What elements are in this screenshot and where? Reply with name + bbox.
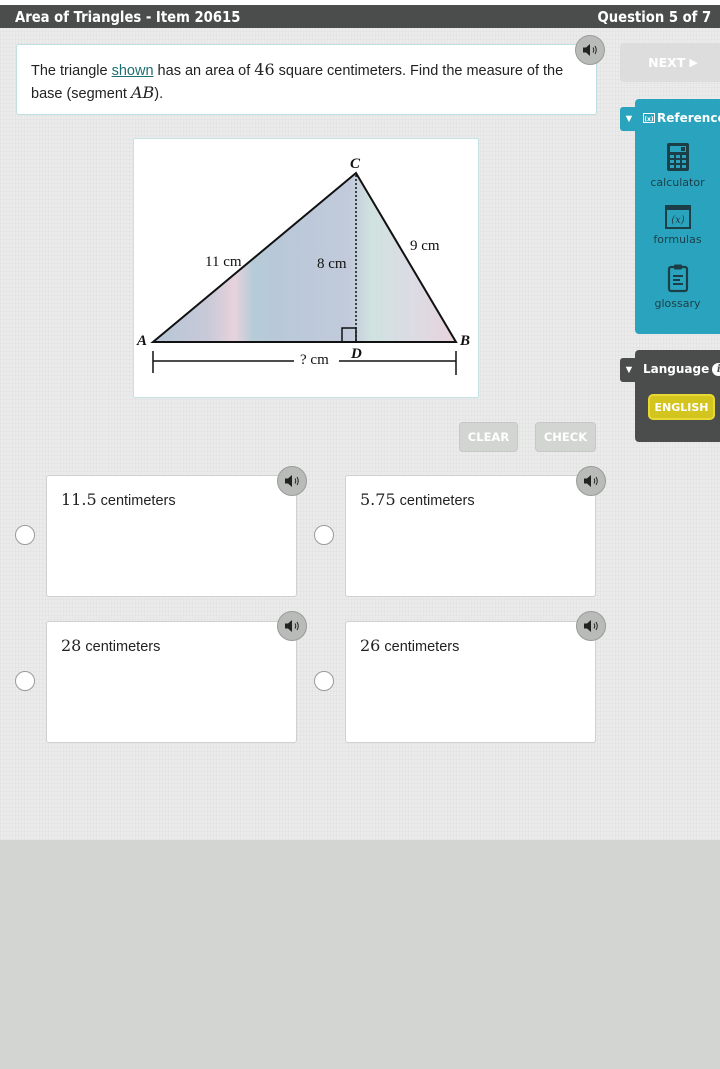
- choice-unit: centimeters: [81, 639, 161, 655]
- reference-panel: (x) Reference calculator (x) formulas gl…: [635, 99, 720, 334]
- prompt-text: The triangle: [31, 63, 112, 79]
- language-header: Language i: [643, 362, 720, 376]
- triangle-down-icon: ▼: [623, 113, 635, 125]
- header-bar: Area of Triangles - Item 20615 Question …: [0, 5, 720, 28]
- question-audio-button[interactable]: [575, 35, 605, 65]
- check-button[interactable]: CHECK: [535, 422, 596, 452]
- choice-audio-button-4[interactable]: [576, 611, 606, 641]
- choice-audio-button-2[interactable]: [576, 466, 606, 496]
- choice-unit: centimeters: [96, 493, 176, 509]
- speaker-icon: [285, 475, 299, 487]
- choice-card-4[interactable]: 26 centimeters: [345, 621, 596, 743]
- language-panel: Language i ENGLISH: [635, 350, 720, 442]
- height-label-cd: 8 cm: [317, 256, 347, 272]
- prompt-text: has an area of: [153, 63, 255, 79]
- clear-button[interactable]: CLEAR: [459, 422, 518, 452]
- choice-card-1[interactable]: 11.5 centimeters: [46, 475, 297, 597]
- triangle-abc: [150, 171, 458, 343]
- reference-item-label: calculator: [650, 176, 705, 189]
- next-button[interactable]: NEXT ▶: [620, 43, 720, 82]
- choice-audio-button-1[interactable]: [277, 466, 307, 496]
- reference-item-label: glossary: [654, 297, 701, 310]
- shown-link[interactable]: shown: [112, 63, 154, 79]
- reference-item-glossary[interactable]: glossary: [635, 263, 720, 310]
- choice-card-3[interactable]: 28 centimeters: [46, 621, 297, 743]
- side-label-bc: 9 cm: [410, 238, 440, 254]
- choice-value: 11.5: [61, 490, 97, 509]
- speaker-icon: [285, 620, 299, 632]
- clipboard-icon: [667, 264, 688, 293]
- question-progress: Question 5 of 7: [597, 7, 711, 26]
- language-english-button[interactable]: ENGLISH: [648, 394, 715, 420]
- info-icon[interactable]: i: [712, 362, 720, 376]
- vertex-label-c: C: [350, 156, 361, 172]
- choice-card-2[interactable]: 5.75 centimeters: [345, 475, 596, 597]
- base-label-ab: ? cm: [300, 352, 329, 368]
- svg-text:(x): (x): [644, 116, 654, 123]
- choice-unit: centimeters: [380, 639, 460, 655]
- area-value: 46: [254, 60, 275, 79]
- vertex-label-b: B: [459, 333, 470, 349]
- choice-radio-3[interactable]: [15, 671, 35, 691]
- choice-value: 28: [61, 636, 82, 655]
- choice-radio-4[interactable]: [314, 671, 334, 691]
- speaker-icon: [584, 620, 598, 632]
- reference-item-label: formulas: [653, 233, 702, 246]
- speaker-icon: [584, 475, 598, 487]
- choice-value: 5.75: [360, 490, 396, 509]
- calculator-icon: [666, 143, 689, 171]
- triangle-figure: A B C D 11 cm 9 cm 8 cm ? cm: [133, 138, 479, 398]
- triangle-down-icon: ▼: [623, 364, 635, 376]
- triangle-diagram: A B C D 11 cm 9 cm 8 cm ? cm: [136, 156, 470, 375]
- question-prompt: The triangle shown has an area of 46 squ…: [16, 44, 597, 115]
- reference-item-calculator[interactable]: calculator: [635, 142, 720, 189]
- choice-radio-2[interactable]: [314, 525, 334, 545]
- speaker-icon: [583, 44, 597, 56]
- next-label: NEXT: [648, 55, 686, 70]
- choice-unit: centimeters: [395, 493, 475, 509]
- choice-value: 26: [360, 636, 381, 655]
- segment-name: AB: [130, 83, 155, 102]
- item-title: Area of Triangles - Item 20615: [15, 7, 241, 26]
- reference-title: Reference: [657, 111, 720, 125]
- choice-audio-button-3[interactable]: [277, 611, 307, 641]
- vertex-label-d: D: [350, 346, 362, 362]
- reference-header[interactable]: (x) Reference: [643, 111, 720, 125]
- vertex-label-a: A: [136, 333, 147, 349]
- choice-radio-1[interactable]: [15, 525, 35, 545]
- page-footer-area: [0, 840, 720, 1069]
- reference-item-formulas[interactable]: (x) formulas: [635, 205, 720, 246]
- side-label-ac: 11 cm: [205, 254, 242, 270]
- language-title: Language: [643, 362, 710, 376]
- formulas-icon: (x): [664, 205, 691, 229]
- prompt-text: ).: [154, 86, 164, 102]
- play-triangle-icon: ▶: [689, 56, 698, 69]
- svg-text:(x): (x): [671, 215, 685, 226]
- reference-book-icon: (x): [643, 113, 655, 123]
